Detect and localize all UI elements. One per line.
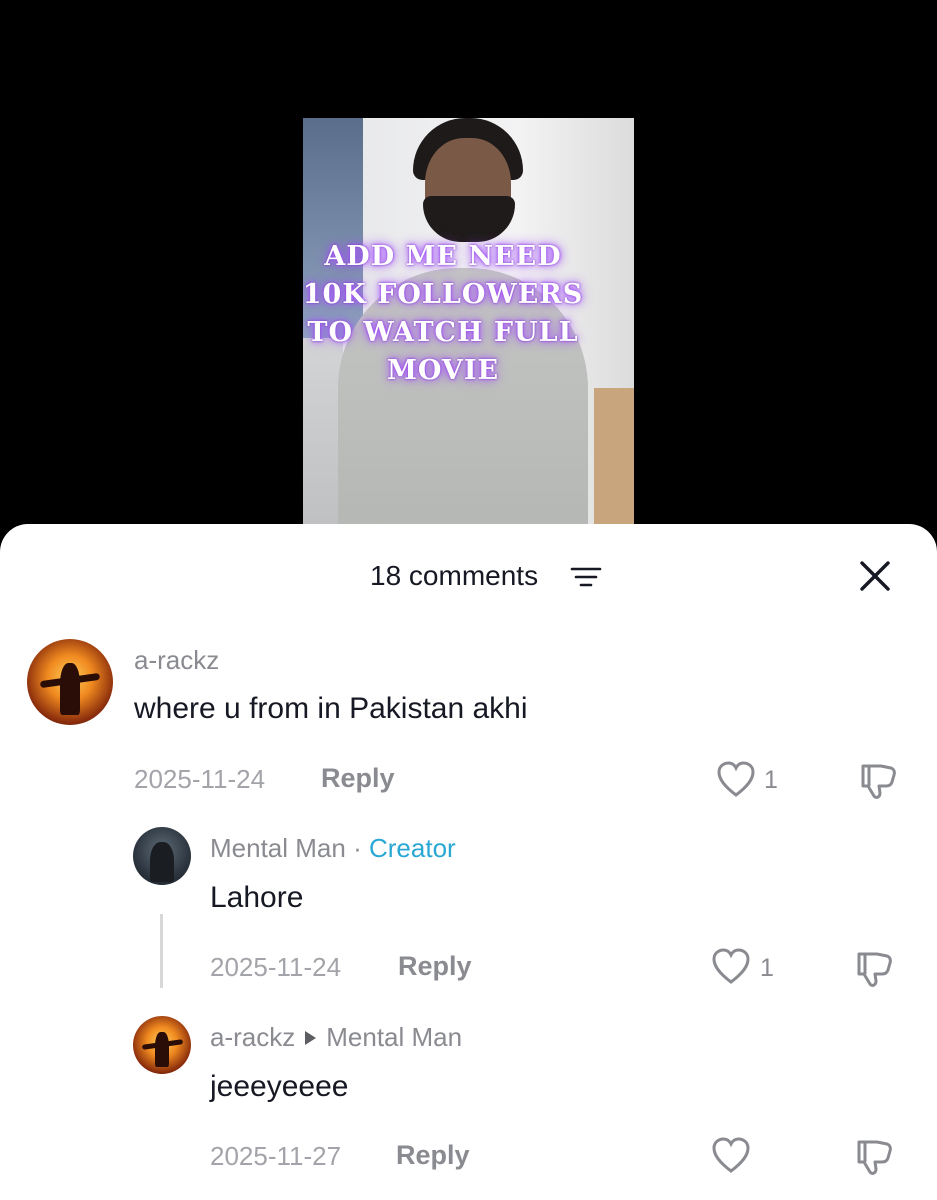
comment-username[interactable]: Mental Man · Creator <box>210 833 456 864</box>
comment-date: 2025-11-24 <box>134 764 266 794</box>
video-frame[interactable]: ADD ME NEED 10K FOLLOWERS TO WATCH FULL … <box>303 118 634 528</box>
reply-thread-line <box>160 914 163 988</box>
video-area[interactable]: ADD ME NEED 10K FOLLOWERS TO WATCH FULL … <box>0 0 937 540</box>
avatar-figure <box>59 663 81 715</box>
like-count: 1 <box>764 766 778 794</box>
video-shelf <box>594 388 634 528</box>
username-separator: · <box>353 833 362 863</box>
video-caption-line: 10K FOLLOWERS <box>303 279 584 310</box>
comment-text: Lahore <box>210 881 304 914</box>
video-caption-line: MOVIE <box>386 355 500 386</box>
dislike-icon[interactable] <box>853 1136 895 1178</box>
reply-button[interactable]: Reply <box>321 763 395 794</box>
reply-button[interactable]: Reply <box>396 1140 470 1171</box>
like-count: 1 <box>760 954 774 982</box>
reply-arrow-icon <box>305 1030 317 1045</box>
video-caption-line: TO WATCH FULL <box>307 317 579 348</box>
comment-username-text: a-rackz <box>210 1022 296 1052</box>
reply-to-username: Mental Man <box>326 1022 463 1052</box>
dislike-icon[interactable] <box>853 948 895 990</box>
filter-icon[interactable] <box>570 566 602 588</box>
avatar[interactable] <box>133 827 191 885</box>
avatar[interactable] <box>27 639 113 725</box>
avatar[interactable] <box>133 1016 191 1074</box>
comment-username[interactable]: a-rackz Mental Man <box>210 1022 462 1053</box>
dislike-icon[interactable] <box>857 760 899 802</box>
close-icon[interactable] <box>857 558 893 594</box>
comment-text: where u from in Pakistan akhi <box>134 692 528 725</box>
comments-sheet: 18 comments a-rackz where u from in Paki… <box>0 524 937 1200</box>
heart-icon[interactable] <box>716 761 756 799</box>
comment-text: jeeeyeeee <box>210 1070 349 1103</box>
comment-date: 2025-11-24 <box>210 952 342 982</box>
comments-header: 18 comments <box>0 524 937 624</box>
avatar-figure <box>150 841 174 883</box>
comments-count: 18 comments <box>370 560 539 591</box>
comment-username[interactable]: a-rackz <box>134 645 219 676</box>
reply-button[interactable]: Reply <box>398 951 472 982</box>
avatar-figure <box>155 1032 169 1068</box>
heart-icon[interactable] <box>711 1137 751 1175</box>
heart-icon[interactable] <box>711 948 751 986</box>
comment-username-text: Mental Man <box>210 833 346 863</box>
creator-badge: Creator <box>368 833 456 863</box>
video-caption-line: ADD ME NEED <box>324 241 562 272</box>
video-caption: ADD ME NEED 10K FOLLOWERS TO WATCH FULL … <box>303 238 593 390</box>
comment-date: 2025-11-27 <box>210 1141 342 1171</box>
